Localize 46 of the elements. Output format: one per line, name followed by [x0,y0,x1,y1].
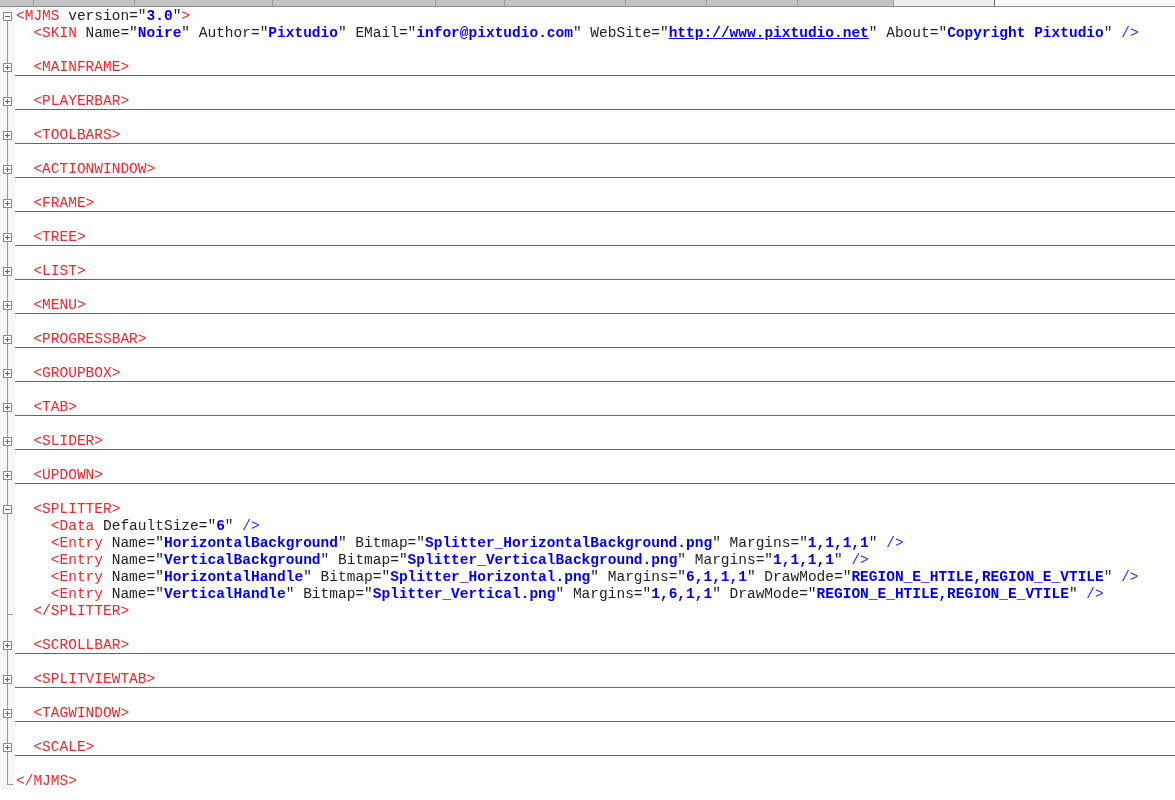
expand-icon[interactable] [3,335,12,344]
code-line: </MJMS> [16,773,77,789]
code-line: <PLAYERBAR> [32,93,130,109]
expand-icon[interactable] [3,131,12,140]
code-line: <TAB> [32,399,77,415]
code-line: <TOOLBARS> [32,127,121,143]
code-line: <GROUPBOX> [32,365,121,381]
code-line: <TREE> [32,229,86,245]
code-line: <MENU> [32,297,86,313]
code-line: <LIST> [32,263,86,279]
code-line: <TAGWINDOW> [32,705,130,721]
expand-icon[interactable] [3,199,12,208]
expand-icon[interactable] [3,63,12,72]
code-line: <UPDOWN> [32,467,103,483]
expand-icon[interactable] [3,471,12,480]
expand-icon[interactable] [3,301,12,310]
expand-icon[interactable] [3,709,12,718]
code-line: <SLIDER> [32,433,103,449]
code-line: <Entry Name="HorizontalHandle" Bitmap="Splitter_Horizontal.png" Margins="6,1,1,1" DrawMode="REGION_E_HTILE,REGION_E_VTILE" /> [49,569,1139,585]
code-line: <SPLITVIEWTAB> [32,671,156,687]
expand-icon[interactable] [3,675,12,684]
code-line: <Entry Name="HorizontalBackground" Bitmap="Splitter_HorizontalBackground.png" Margins="1,1,1,1" /> [49,535,904,551]
code-line: <SCROLLBAR> [32,637,130,653]
expand-icon[interactable] [3,437,12,446]
code-line: </SPLITTER> [32,603,130,619]
code-line: <FRAME> [32,195,95,211]
expand-icon[interactable] [3,165,12,174]
code-line: <Entry Name="VerticalBackground" Bitmap="Splitter_VerticalBackground.png" Margins="1,1,1,1" /> [49,552,869,568]
code-line: <SPLITTER> [32,501,121,517]
expand-icon[interactable] [3,641,12,650]
expand-icon[interactable] [3,743,12,752]
expand-icon[interactable] [3,97,12,106]
code-line: <PROGRESSBAR> [32,331,147,347]
code-line: <Entry Name="VerticalHandle" Bitmap="Splitter_Vertical.png" Margins="1,6,1,1" DrawMode="REGION_E_HTILE,REGION_E_VTILE" /> [49,586,1104,602]
code-line: <Data DefaultSize="6" /> [49,518,260,534]
code-line: <SCALE> [32,739,95,755]
collapse-icon[interactable] [3,505,12,514]
code-line: <SKIN Name="Noire" Author="Pixtudio" EMail="infor@pixtudio.com" WebSite="http://www.pixtudio.net" About="Copyright Pixtudio" /> [32,25,1139,41]
code-line: <MJMS version="3.0"> [16,8,191,24]
expand-icon[interactable] [3,233,12,242]
expand-icon[interactable] [3,403,12,412]
code-line: <MAINFRAME> [32,59,130,75]
collapse-icon[interactable] [3,12,12,21]
code-line: <ACTIONWINDOW> [32,161,156,177]
expand-icon[interactable] [3,267,12,276]
expand-icon[interactable] [3,369,12,378]
